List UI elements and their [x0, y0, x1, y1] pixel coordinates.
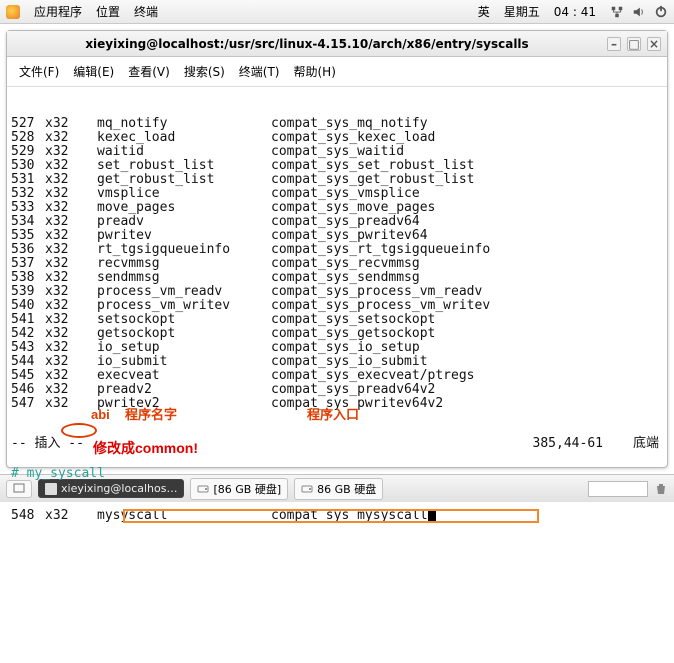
syscall-row: 536x32rt_tgsigqueueinfocompat_sys_rt_tgs…: [11, 243, 663, 257]
syscall-row: 534x32preadvcompat_sys_preadv64: [11, 215, 663, 229]
top-panel: 应用程序 位置 终端 英 星期五 04 : 41: [0, 0, 674, 24]
edited-row: 548x32mysyscallcompat_sys_mysyscall: [11, 509, 663, 523]
systray: [610, 5, 668, 19]
clock-day: 星期五: [504, 3, 540, 20]
vim-position: 385,44-61: [533, 437, 603, 451]
syscall-row: 542x32getsockoptcompat_sys_getsockopt: [11, 327, 663, 341]
syscall-row: 537x32recvmmsgcompat_sys_recvmmsg: [11, 257, 663, 271]
terminal-content[interactable]: 527x32mq_notifycompat_sys_mq_notify528x3…: [7, 87, 667, 467]
syscall-row: 545x32execveatcompat_sys_execveat/ptregs: [11, 369, 663, 383]
menu-places[interactable]: 位置: [96, 3, 120, 20]
close-button[interactable]: ×: [647, 37, 661, 51]
menu-terminal[interactable]: 终端: [134, 3, 158, 20]
menu-view[interactable]: 查看(V): [124, 61, 174, 82]
annotation-entry: 程序入口: [307, 408, 359, 422]
network-icon[interactable]: [610, 5, 624, 19]
power-icon[interactable]: [654, 5, 668, 19]
menu-terminal[interactable]: 终端(T): [235, 61, 284, 82]
window-titlebar[interactable]: xieyixing@localhost:/usr/src/linux-4.15.…: [7, 31, 667, 57]
highlight-box: [123, 509, 539, 523]
col-abi: x32: [45, 509, 97, 523]
clock-time: 04 : 41: [554, 5, 596, 19]
annotation-progname: 程序名字: [125, 408, 177, 422]
menu-applications[interactable]: 应用程序: [34, 3, 82, 20]
syscall-row: 528x32kexec_loadcompat_sys_kexec_load: [11, 131, 663, 145]
annotation-abi: abi: [91, 408, 110, 422]
maximize-button[interactable]: □: [627, 37, 641, 51]
minimize-button[interactable]: –: [607, 37, 621, 51]
menu-file[interactable]: 文件(F): [15, 61, 63, 82]
vim-mode: -- 插入 --: [11, 437, 533, 451]
terminal-window: xieyixing@localhost:/usr/src/linux-4.15.…: [6, 30, 668, 468]
menu-help[interactable]: 帮助(H): [290, 61, 340, 82]
volume-icon[interactable]: [632, 5, 646, 19]
syscall-row: 541x32setsockoptcompat_sys_setsockopt: [11, 313, 663, 327]
window-title: xieyixing@localhost:/usr/src/linux-4.15.…: [13, 37, 601, 51]
syscall-row: 544x32io_submitcompat_sys_io_submit: [11, 355, 663, 369]
vim-percent: 底端: [633, 437, 659, 451]
menu-search[interactable]: 搜索(S): [180, 61, 229, 82]
syscall-row: 530x32set_robust_listcompat_sys_set_robu…: [11, 159, 663, 173]
syscall-row: 527x32mq_notifycompat_sys_mq_notify: [11, 117, 663, 131]
syscall-row: 546x32preadv2compat_sys_preadv64v2: [11, 383, 663, 397]
syscall-row: 535x32pwritevcompat_sys_pwritev64: [11, 229, 663, 243]
col-num: 548: [11, 509, 45, 523]
syscall-row: 538x32sendmmsgcompat_sys_sendmmsg: [11, 271, 663, 285]
system-logo-icon: [6, 5, 20, 19]
syscall-row: 539x32process_vm_readvcompat_sys_process…: [11, 285, 663, 299]
syscall-row: 533x32move_pagescompat_sys_move_pages: [11, 201, 663, 215]
syscall-row: 540x32process_vm_writevcompat_sys_proces…: [11, 299, 663, 313]
menu-edit[interactable]: 编辑(E): [69, 61, 118, 82]
syscall-row: 543x32io_setupcompat_sys_io_setup: [11, 341, 663, 355]
syscall-row: 531x32get_robust_listcompat_sys_get_robu…: [11, 173, 663, 187]
app-menubar: 文件(F) 编辑(E) 查看(V) 搜索(S) 终端(T) 帮助(H): [7, 57, 667, 87]
syscall-row: 532x32vmsplicecompat_sys_vmsplice: [11, 187, 663, 201]
input-method-indicator[interactable]: 英: [478, 3, 490, 20]
comment-row: # my_syscall: [11, 467, 663, 481]
syscall-row: 529x32waitidcompat_sys_waitid: [11, 145, 663, 159]
